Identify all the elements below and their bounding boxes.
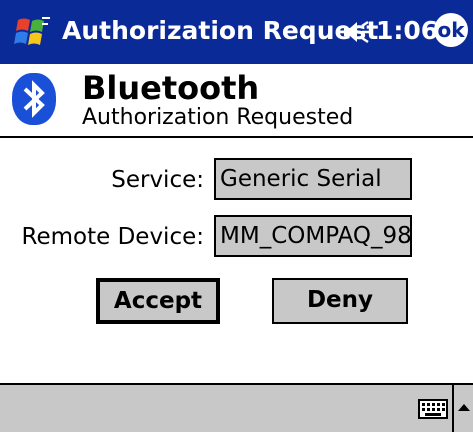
title-bar: Authorization Request 1:06 ok: [0, 0, 473, 64]
header-divider: [0, 136, 473, 138]
taskbar: [0, 383, 473, 432]
remote-device-field: MM_COMPAQ_98: [214, 215, 412, 257]
window-title: Authorization Request: [62, 16, 379, 45]
bluetooth-icon: [12, 73, 56, 125]
ok-button[interactable]: ok: [434, 13, 468, 47]
dialog-header: Bluetooth Authorization Requested: [0, 64, 473, 132]
keyboard-icon[interactable]: [418, 399, 448, 419]
remote-device-label: Remote Device:: [21, 224, 204, 250]
deny-button[interactable]: Deny: [272, 278, 408, 324]
speaker-icon[interactable]: [342, 20, 374, 44]
up-arrow-icon: [458, 404, 470, 411]
header-title: Bluetooth: [82, 69, 260, 107]
input-panel-arrow[interactable]: [452, 385, 473, 432]
windows-flag-icon[interactable]: [12, 14, 52, 50]
header-subtitle: Authorization Requested: [82, 105, 354, 130]
service-label: Service:: [111, 167, 204, 193]
accept-button[interactable]: Accept: [96, 278, 220, 324]
clock[interactable]: 1:06: [376, 14, 438, 48]
service-field: Generic Serial: [214, 158, 412, 200]
